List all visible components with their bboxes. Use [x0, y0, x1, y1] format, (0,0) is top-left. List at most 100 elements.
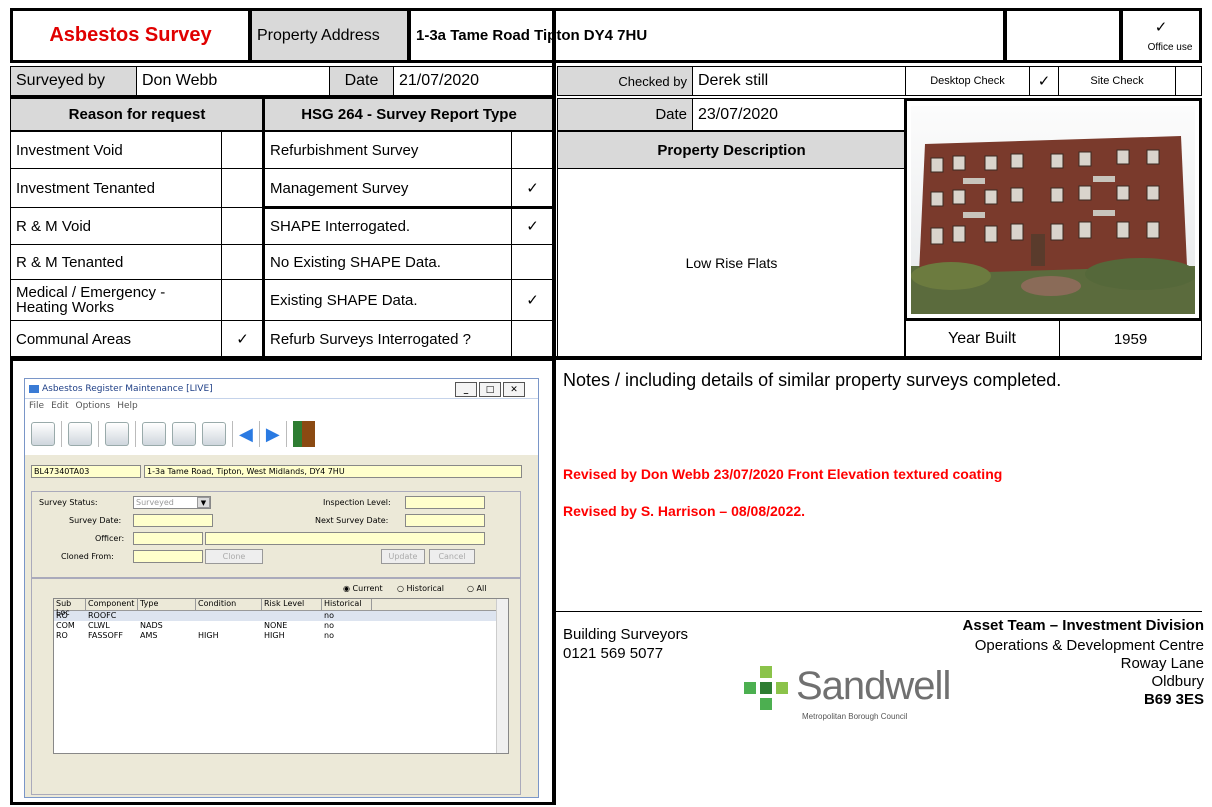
property-description-value: Low Rise Flats: [557, 168, 906, 358]
radio-all-label: All: [476, 584, 487, 593]
property-photo-frame: [904, 98, 1202, 321]
officer-label: Officer:: [95, 534, 125, 543]
app-title: Asbestos Register Maintenance [LIVE]: [42, 383, 213, 394]
inspection-level-field[interactable]: [405, 496, 485, 509]
list-scrollbar[interactable]: [496, 599, 508, 753]
table-cell: RO: [56, 631, 68, 640]
radio-historical-label: Historical: [406, 584, 445, 593]
notes-heading-bold: Notes: [563, 370, 611, 390]
search-icon[interactable]: [142, 422, 166, 446]
column-header[interactable]: Component: [86, 599, 138, 610]
delete-record-icon[interactable]: [105, 422, 129, 446]
report-type-tick: [511, 244, 554, 280]
report-type-tick: [511, 131, 554, 169]
toolbar-separator: [61, 421, 62, 447]
cloned-from-label: Cloned From:: [61, 552, 114, 561]
list-header: Sub Loc Component Type Condition Risk Le…: [54, 599, 508, 617]
previous-icon[interactable]: ◀: [239, 424, 253, 445]
report-type-tick: ✓: [511, 207, 554, 245]
exit-icon[interactable]: [292, 421, 315, 447]
org-address-line: Oldbury: [1151, 673, 1204, 690]
report-type-item: Refurbishment Survey: [264, 131, 512, 169]
next-icon[interactable]: ▶: [266, 424, 280, 445]
app-window: Asbestos Register Maintenance [LIVE] _ □…: [24, 378, 539, 798]
report-type-tick: ✓: [511, 168, 554, 208]
next-survey-date-field[interactable]: [405, 514, 485, 527]
copy-icon[interactable]: [172, 422, 196, 446]
cloned-from-field[interactable]: [133, 550, 203, 563]
edit-record-icon[interactable]: [68, 422, 92, 446]
sandwell-logo-mark: [744, 666, 788, 710]
notes-heading: Notes / including details of similar pro…: [563, 370, 1061, 391]
toolbar-separator: [232, 421, 233, 447]
app-toolbar: ◀ ▶: [25, 413, 538, 455]
table-cell: AMS: [140, 631, 158, 640]
print-icon[interactable]: [202, 422, 226, 446]
table-row[interactable]: RO FASSOFF AMS HIGH HIGH no: [54, 631, 508, 641]
org-address-line: Roway Lane: [1120, 655, 1204, 672]
table-row[interactable]: COM CLWL NADS NONE no: [54, 621, 508, 631]
column-header[interactable]: Type: [138, 599, 196, 610]
team-name: Asset Team – Investment Division: [962, 617, 1204, 634]
report-type-item: Management Survey: [264, 168, 512, 208]
office-use-label: Office use: [1147, 42, 1193, 53]
menu-help[interactable]: Help: [117, 401, 138, 411]
table-cell: RO: [56, 611, 68, 620]
table-cell: ROOFC: [88, 611, 117, 620]
column-header[interactable]: Condition: [196, 599, 262, 610]
office-use-box: ✓ Office use: [1120, 8, 1202, 63]
maximize-button[interactable]: □: [479, 382, 501, 397]
report-type-tick: ✓: [511, 279, 554, 321]
cancel-button[interactable]: Cancel: [429, 549, 475, 564]
checked-by-label: Checked by: [557, 66, 693, 96]
report-type-tick: [511, 320, 554, 358]
column-header[interactable]: Historical: [322, 599, 372, 610]
desktop-check-tick: ✓: [1029, 66, 1059, 96]
column-header[interactable]: Risk Level: [262, 599, 322, 610]
property-description-header: Property Description: [557, 131, 906, 169]
report-type-item: SHAPE Interrogated.: [264, 207, 512, 245]
column-header[interactable]: Sub Loc: [54, 599, 86, 617]
radio-historical[interactable]: ○ Historical: [397, 584, 444, 593]
asbestos-items-list[interactable]: Sub Loc Component Type Condition Risk Le…: [53, 598, 509, 754]
notes-line: Revised by S. Harrison – 08/08/2022.: [563, 503, 806, 519]
table-cell: HIGH: [264, 631, 285, 640]
reason-tick: [221, 279, 264, 321]
property-ref-field[interactable]: BL47340TA03: [31, 465, 141, 478]
close-button[interactable]: ✕: [503, 382, 525, 397]
sandwell-logo-name: Sandwell: [796, 664, 951, 708]
reason-item: Medical / Emergency - Heating Works: [10, 279, 222, 321]
update-button[interactable]: Update: [381, 549, 425, 564]
officer-name-field[interactable]: [205, 532, 485, 545]
toolbar-separator: [98, 421, 99, 447]
table-row[interactable]: RO ROOFC no: [54, 611, 508, 621]
minimize-button[interactable]: _: [455, 382, 477, 397]
sandwell-logo-sub: Metropolitan Borough Council: [802, 712, 908, 721]
clone-button[interactable]: Clone: [205, 549, 263, 564]
new-record-icon[interactable]: [31, 422, 55, 446]
dept-phone: 0121 569 5077: [563, 645, 664, 662]
menu-options[interactable]: Options: [76, 401, 111, 411]
officer-code-field[interactable]: [133, 532, 203, 545]
property-address-field[interactable]: 1-3a Tame Road, Tipton, West Midlands, D…: [144, 465, 522, 478]
chevron-down-icon[interactable]: ▼: [197, 497, 210, 508]
report-type-header: HSG 264 - Survey Report Type: [264, 98, 554, 131]
divider: [904, 318, 1202, 321]
radio-all[interactable]: ○ All: [467, 584, 486, 593]
site-check-label: Site Check: [1058, 66, 1176, 96]
app-menubar: File Edit Options Help: [25, 399, 538, 413]
notes-heading-rest: / including details of similar property …: [610, 370, 1062, 390]
menu-edit[interactable]: Edit: [51, 401, 68, 411]
reason-tick: [221, 207, 264, 245]
survey-date-field[interactable]: [133, 514, 213, 527]
divider: [556, 611, 1202, 612]
inspection-level-label: Inspection Level:: [323, 498, 391, 507]
org-address: Operations & Development Centre Roway La…: [975, 637, 1204, 709]
radio-current[interactable]: ◉ Current: [343, 584, 383, 593]
survey-date-label: Survey Date:: [69, 516, 122, 525]
next-survey-date-label: Next Survey Date:: [315, 516, 389, 525]
date-label: Date: [329, 66, 394, 96]
checked-date-label: Date: [557, 98, 693, 131]
reason-tick: ✓: [221, 320, 264, 358]
menu-file[interactable]: File: [29, 401, 44, 411]
